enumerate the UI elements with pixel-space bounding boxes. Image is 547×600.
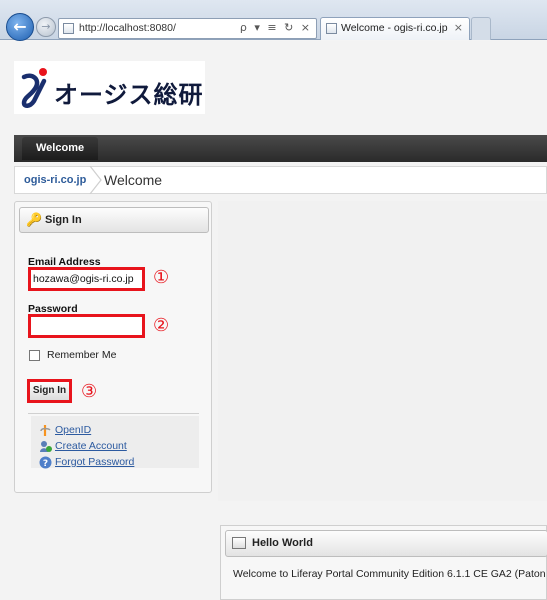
company-logo[interactable]: オージス総研	[14, 61, 205, 114]
breadcrumb-current-page: Welcome	[104, 172, 163, 188]
content-area	[218, 201, 547, 501]
hello-world-title: Hello World	[252, 537, 313, 549]
key-icon: 🔑	[26, 213, 43, 228]
remember-me-label: Remember Me	[47, 349, 117, 361]
hello-world-portlet: Hello World Welcome to Liferay Portal Co…	[220, 525, 547, 600]
help-icon: ?	[39, 456, 52, 469]
forward-button[interactable]: →	[36, 17, 56, 37]
create-account-link[interactable]: Create Account	[55, 440, 127, 452]
breadcrumb: ogis-ri.co.jp Welcome	[14, 166, 547, 194]
main-navbar: Welcome	[14, 135, 547, 162]
logo-text: オージス総研	[54, 81, 204, 109]
tab-title: Welcome - ogis-ri.co.jp	[341, 22, 448, 34]
breadcrumb-site-link[interactable]: ogis-ri.co.jp	[24, 174, 86, 186]
sign-in-portlet-header: 🔑 Sign In	[19, 207, 209, 233]
svg-text:?: ?	[43, 459, 48, 469]
forgot-password-link[interactable]: Forgot Password	[55, 456, 134, 468]
back-button[interactable]: ←	[6, 13, 34, 41]
create-account-icon	[40, 441, 52, 452]
divider	[28, 413, 199, 414]
address-bar[interactable]: http://localhost:8080/ ρ ▾ ≡ ↻ ×	[58, 18, 317, 39]
tab-favicon-icon	[326, 23, 337, 34]
portlet-window-icon	[232, 537, 246, 549]
step-marker-1: ①	[153, 267, 170, 288]
hello-world-portlet-header: Hello World	[225, 530, 547, 557]
logo-mark-icon	[21, 68, 47, 108]
step-marker-2: ②	[153, 315, 170, 336]
hello-world-body: Welcome to Liferay Portal Community Edit…	[233, 568, 547, 580]
sign-in-portlet: 🔑 Sign In Email Address hozawa@ogis-ri.c…	[14, 201, 212, 493]
back-arrow-icon: ←	[13, 17, 27, 36]
address-tools-icon[interactable]: ρ ▾ ≡ ↻ ×	[240, 21, 312, 34]
remember-me-checkbox[interactable]	[29, 350, 40, 361]
url-text[interactable]: http://localhost:8080/	[79, 22, 176, 34]
page-icon	[63, 23, 74, 34]
browser-chrome: ← → http://localhost:8080/ ρ ▾ ≡ ↻ × Wel…	[0, 0, 547, 41]
password-field[interactable]	[28, 314, 145, 338]
page-content: オージス総研 Welcome ogis-ri.co.jp Welcome 🔑 S…	[0, 41, 547, 600]
forward-arrow-icon: →	[41, 20, 51, 33]
openid-link[interactable]: OpenID	[55, 424, 91, 436]
openid-icon	[40, 425, 51, 436]
new-tab-button[interactable]	[471, 17, 491, 40]
sign-in-portlet-title: Sign In	[45, 214, 82, 226]
tab-close-icon[interactable]: ×	[454, 21, 463, 34]
browser-tab[interactable]: Welcome - ogis-ri.co.jp ×	[320, 17, 470, 40]
email-field[interactable]: hozawa@ogis-ri.co.jp	[28, 267, 145, 291]
sign-in-links: OpenID Create Account ? Forgot Password	[31, 416, 199, 469]
breadcrumb-separator-icon	[89, 166, 102, 194]
step-marker-3: ③	[81, 381, 98, 402]
nav-item-welcome[interactable]: Welcome	[22, 137, 99, 160]
sign-in-button[interactable]: Sign In	[27, 379, 72, 403]
